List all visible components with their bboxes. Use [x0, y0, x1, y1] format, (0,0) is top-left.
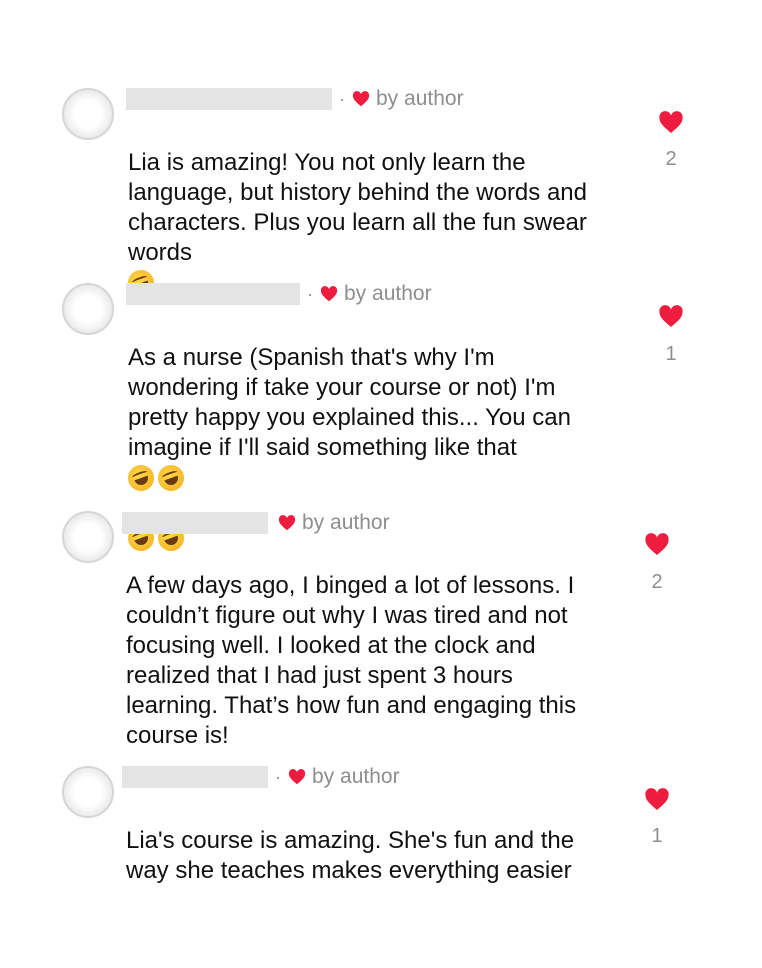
like-count: 2 — [665, 148, 677, 170]
like-heart-icon[interactable] — [658, 305, 684, 328]
like-heart-icon[interactable] — [658, 111, 684, 134]
redacted-username[interactable] — [126, 88, 332, 110]
comment-text: Lia's course is amazing. She's fun and t… — [126, 796, 626, 886]
comment-text: Lia is amazing! You not only learn the l… — [124, 118, 628, 300]
by-author-label: by author — [302, 511, 390, 534]
separator-dot: · — [339, 88, 345, 109]
rolling-on-floor-laughing-emoji-icon — [154, 461, 188, 495]
separator-dot: · — [275, 766, 281, 787]
like-heart-icon[interactable] — [644, 788, 670, 811]
liked-by-author-heart-icon — [352, 91, 370, 107]
like-count: 1 — [665, 343, 677, 365]
redacted-username[interactable] — [126, 283, 300, 305]
comment-text: A few days ago, I binged a lot of lesson… — [126, 541, 626, 751]
comment-meta: · by author — [122, 763, 400, 791]
comment-meta: · by author — [126, 280, 432, 308]
comment-body: Lia's course is amazing. She's fun and t… — [126, 827, 575, 884]
by-author-label: by author — [344, 282, 432, 305]
by-author-label: by author — [376, 87, 464, 110]
like-count: 2 — [651, 571, 663, 593]
liked-by-author-heart-icon — [288, 769, 306, 785]
by-author-label: by author — [312, 765, 400, 788]
comment-body: Lia is amazing! You not only learn the l… — [128, 149, 587, 266]
avatar[interactable] — [62, 511, 114, 563]
avatar[interactable] — [62, 88, 114, 140]
comment-meta: by author — [122, 509, 390, 537]
comment-body: A few days ago, I binged a lot of lesson… — [126, 572, 577, 749]
redacted-username[interactable] — [122, 512, 268, 534]
redacted-username[interactable] — [122, 766, 268, 788]
like-heart-icon[interactable] — [644, 533, 670, 556]
liked-by-author-heart-icon — [278, 515, 296, 531]
avatar[interactable] — [62, 283, 114, 335]
comment-meta: · by author — [126, 85, 464, 113]
liked-by-author-heart-icon — [320, 286, 338, 302]
like-count: 1 — [651, 825, 663, 847]
rolling-on-floor-laughing-emoji-icon — [124, 461, 158, 495]
separator-dot: · — [307, 283, 313, 304]
comment-body: As a nurse (Spanish that's why I'm wonde… — [128, 344, 571, 461]
emoji-group — [124, 461, 188, 495]
avatar[interactable] — [62, 766, 114, 818]
